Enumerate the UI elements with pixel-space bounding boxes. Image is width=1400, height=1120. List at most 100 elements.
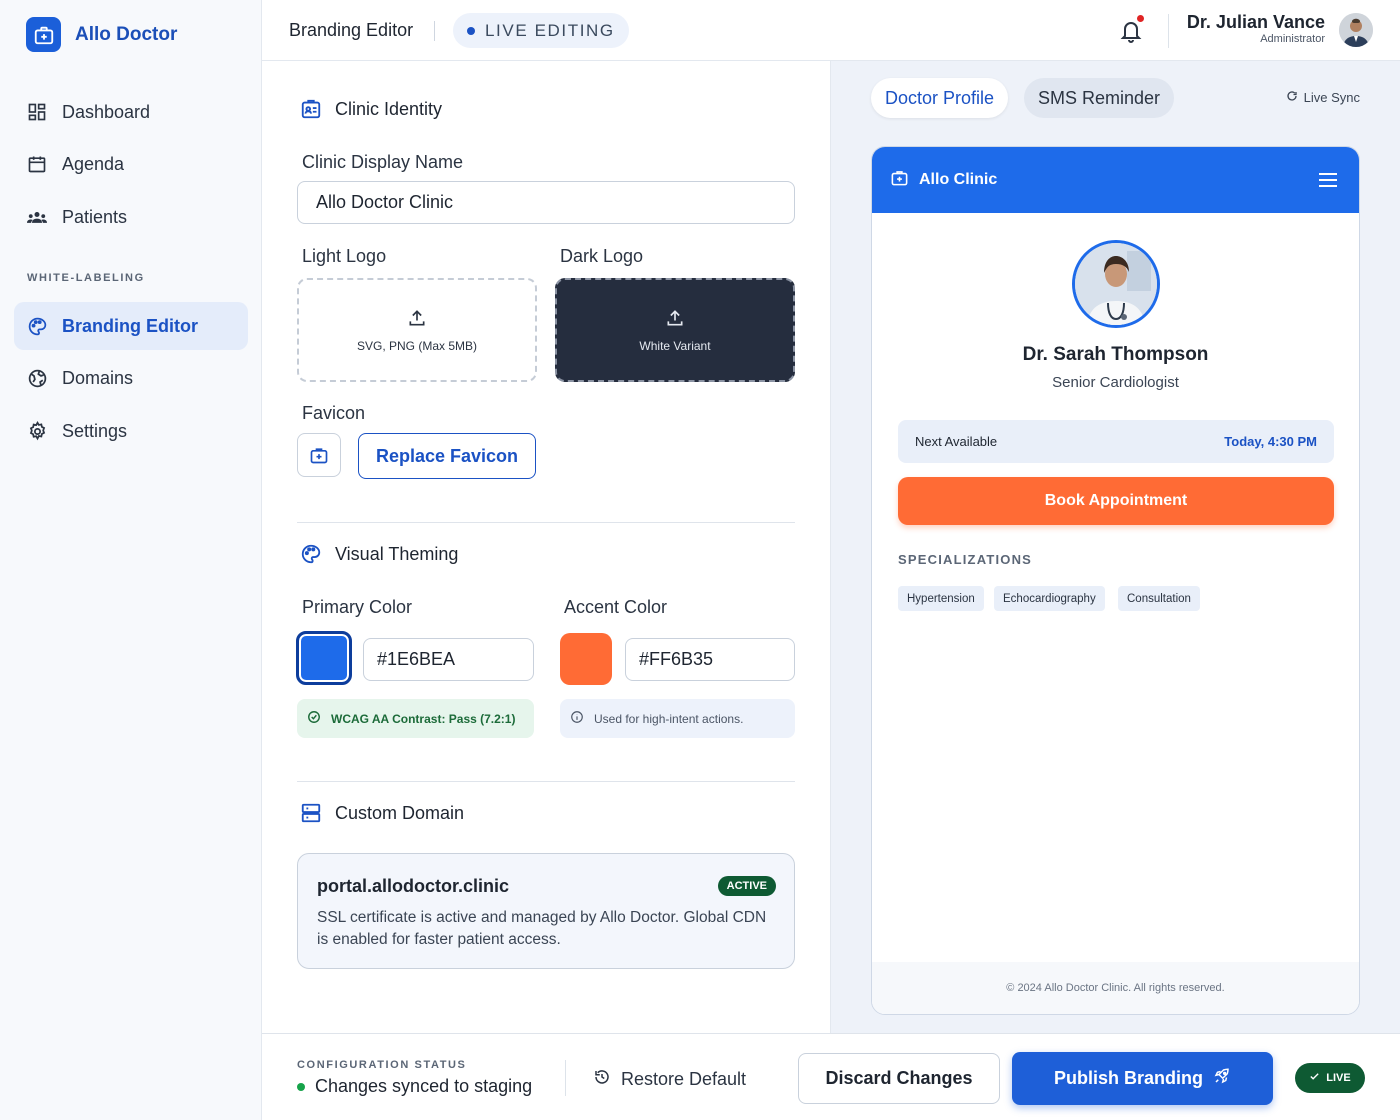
live-editing-label: LIVE EDITING (485, 20, 615, 40)
medical-kit-icon (26, 17, 61, 52)
medical-kit-icon (890, 168, 909, 192)
configuration-status: Changes synced to staging (297, 1076, 532, 1097)
configuration-status-label: CONFIGURATION STATUS (297, 1059, 467, 1071)
live-editing-badge: LIVE EDITING (453, 13, 629, 48)
action-bar: CONFIGURATION STATUS Changes synced to s… (262, 1033, 1400, 1120)
doctor-role: Senior Cardiologist (1052, 374, 1179, 391)
sidebar-item-branding-editor[interactable]: Branding Editor (14, 302, 248, 350)
info-icon (570, 710, 584, 727)
favicon-preview (297, 433, 341, 477)
accent-info-note: Used for high-intent actions. (560, 699, 795, 738)
users-icon (26, 206, 48, 228)
accent-color-swatch[interactable] (560, 633, 612, 685)
restore-default-button[interactable]: Restore Default (593, 1068, 746, 1091)
contrast-check-text: WCAG AA Contrast: Pass (7.2:1) (331, 711, 516, 726)
brand[interactable]: Allo Doctor (26, 17, 177, 52)
sidebar-item-label: Domains (62, 367, 134, 388)
tab-doctor-profile[interactable]: Doctor Profile (871, 78, 1009, 118)
status-dot (467, 26, 475, 35)
gear-icon (26, 420, 48, 442)
status-dot (297, 1082, 305, 1091)
preview-footer: © 2024 Allo Doctor Clinic. All rights re… (872, 962, 1359, 1014)
page-title: Branding Editor (289, 20, 414, 40)
domain-name[interactable]: portal.allodoctor.clinic (317, 876, 509, 897)
hamburger-menu-icon[interactable] (1318, 172, 1338, 193)
header-divider (1168, 14, 1169, 48)
dark-logo-hint: White Variant (639, 338, 711, 353)
visual-theming-heading: Visual Theming (299, 542, 458, 566)
next-available-value: Today, 4:30 PM (1224, 434, 1317, 449)
next-available-row: Next Available Today, 4:30 PM (898, 420, 1334, 463)
section-title: Clinic Identity (335, 98, 443, 119)
user-avatar[interactable] (1339, 13, 1373, 47)
refresh-icon (1286, 90, 1298, 105)
light-logo-dropzone[interactable]: SVG, PNG (Max 5MB) (297, 278, 537, 382)
replace-favicon-button[interactable]: Replace Favicon (358, 433, 536, 479)
publish-branding-button[interactable]: Publish Branding (1012, 1052, 1273, 1105)
light-logo-label: Light Logo (302, 246, 387, 266)
sidebar-item-label: Branding Editor (62, 315, 198, 336)
clinic-identity-heading: Clinic Identity (299, 97, 442, 121)
rocket-icon (1213, 1067, 1231, 1090)
primary-color-label: Primary Color (302, 597, 413, 617)
restore-default-label: Restore Default (621, 1069, 747, 1089)
accent-color-label: Accent Color (564, 597, 668, 617)
primary-color-input[interactable]: #1E6BEA (363, 638, 534, 681)
favicon-label: Favicon (302, 403, 366, 423)
sidebar-item-domains[interactable]: Domains (14, 354, 248, 402)
sidebar-item-label: Agenda (62, 153, 125, 174)
live-sync-indicator[interactable]: Live Sync (1286, 90, 1360, 105)
live-status-label: LIVE (1326, 1072, 1351, 1084)
section-title: Visual Theming (335, 543, 459, 564)
section-divider (297, 781, 795, 782)
dashboard-icon (26, 101, 48, 123)
brand-name: Allo Doctor (75, 23, 178, 45)
specialization-chip: Consultation (1118, 586, 1200, 611)
check-icon (1309, 1071, 1320, 1085)
phone-preview: Allo Clinic Dr. Sarah Thompson Senior Ca… (871, 146, 1360, 1015)
light-logo-hint: SVG, PNG (Max 5MB) (356, 338, 478, 353)
history-icon (593, 1068, 611, 1091)
sidebar-item-label: Dashboard (62, 101, 151, 122)
title-divider (434, 21, 435, 41)
custom-domain-heading: Custom Domain (299, 801, 464, 825)
sidebar-item-settings[interactable]: Settings (14, 407, 248, 455)
sidebar-item-agenda[interactable]: Agenda (14, 140, 248, 188)
calendar-icon (26, 153, 48, 175)
id-badge-icon (299, 97, 323, 121)
medical-kit-icon (310, 448, 328, 464)
sidebar-item-patients[interactable]: Patients (14, 193, 248, 241)
user-name[interactable]: Dr. Julian Vance (1187, 12, 1325, 33)
status-badge: ACTIVE (717, 876, 776, 896)
top-bar: Branding Editor LIVE EDITING Dr. Julian … (262, 0, 1400, 61)
notification-dot (1137, 15, 1144, 22)
doctor-name: Dr. Sarah Thompson (1022, 344, 1209, 365)
specialization-chip: Echocardiography (994, 586, 1105, 611)
book-appointment-button[interactable]: Book Appointment (898, 477, 1334, 525)
upload-icon (665, 308, 685, 331)
primary-color-swatch[interactable] (296, 631, 352, 685)
accent-info-text: Used for high-intent actions. (594, 711, 744, 726)
preview-panel: Doctor Profile SMS Reminder Live Sync Al… (831, 61, 1400, 1033)
upload-icon (407, 308, 427, 331)
check-circle-icon (307, 710, 321, 727)
server-icon (299, 801, 323, 825)
sidebar-item-label: Settings (62, 420, 128, 441)
tab-sms-reminder[interactable]: SMS Reminder (1024, 78, 1175, 118)
configuration-status-text: Changes synced to staging (315, 1076, 533, 1096)
clinic-display-name-input[interactable]: Allo Doctor Clinic (297, 181, 795, 224)
clinic-display-name-label: Clinic Display Name (302, 152, 464, 172)
discard-changes-button[interactable]: Discard Changes (798, 1053, 1000, 1104)
editor-panel: Clinic Identity Clinic Display Name Allo… (262, 61, 831, 1033)
domain-card: portal.allodoctor.clinic ACTIVE SSL cert… (297, 853, 795, 969)
preview-header: Allo Clinic (872, 147, 1359, 213)
accent-color-input[interactable]: #FF6B35 (625, 638, 795, 681)
dark-logo-label: Dark Logo (560, 246, 644, 266)
palette-icon (26, 315, 48, 337)
dark-logo-dropzone[interactable]: White Variant (555, 278, 795, 382)
action-bar-divider (565, 1060, 566, 1096)
sidebar-item-dashboard[interactable]: Dashboard (14, 88, 248, 136)
publish-branding-label: Publish Branding (1053, 1068, 1203, 1088)
live-status-badge: LIVE (1295, 1063, 1365, 1093)
domain-description: SSL certificate is active and managed by… (317, 909, 767, 948)
